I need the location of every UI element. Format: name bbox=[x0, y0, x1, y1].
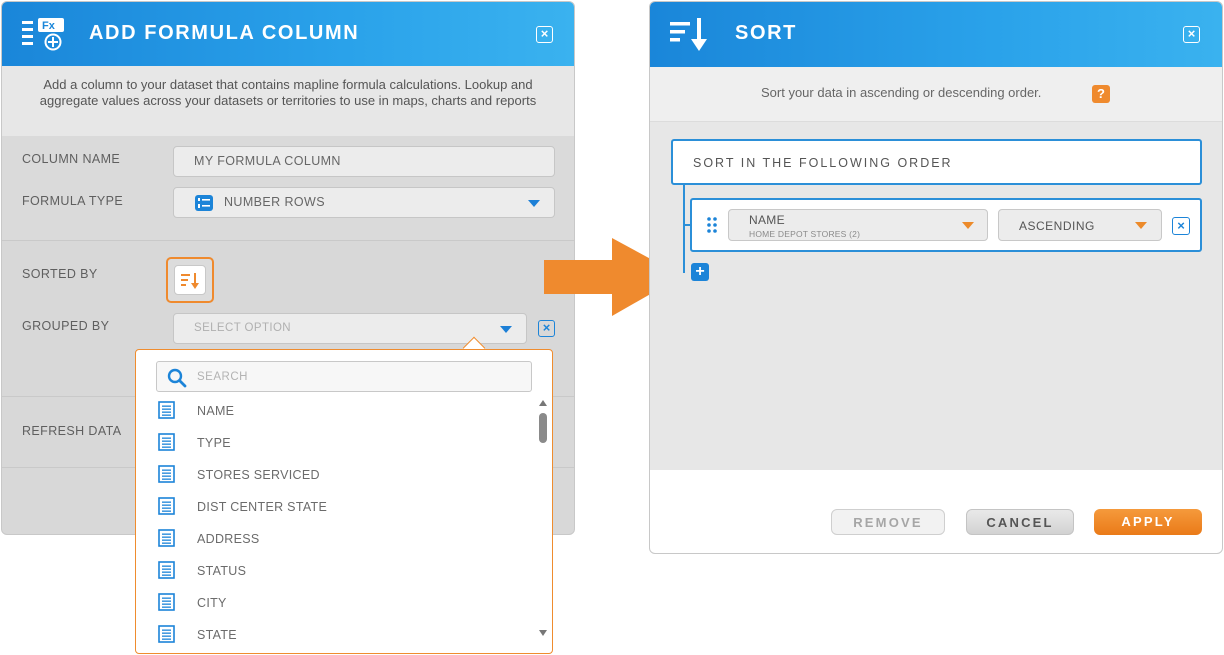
dialog-description: Sort your data in ascending or descendin… bbox=[761, 85, 1042, 100]
chevron-down-icon bbox=[962, 222, 974, 229]
clear-grouped-by-icon[interactable]: × bbox=[538, 320, 555, 337]
drag-handle-icon[interactable] bbox=[707, 217, 717, 233]
sort-icon bbox=[181, 273, 199, 289]
sorted-by-label: SORTED BY bbox=[22, 267, 98, 281]
sort-button-inner bbox=[174, 265, 206, 295]
dialog-header: Fx ADD FORMULA COLUMN × bbox=[2, 2, 574, 66]
group-by-dropdown: SEARCH NAME TYPE STORES SERVICED DIST CE… bbox=[135, 349, 553, 654]
chevron-down-icon bbox=[1135, 222, 1147, 229]
scroll-down-icon[interactable] bbox=[539, 630, 547, 636]
sort-button[interactable] bbox=[166, 257, 214, 303]
document-icon bbox=[158, 561, 175, 579]
divider bbox=[2, 240, 574, 241]
remove-rule-icon[interactable]: × bbox=[1172, 217, 1190, 235]
column-name-input[interactable]: MY FORMULA COLUMN bbox=[173, 146, 555, 177]
apply-button[interactable]: APPLY bbox=[1094, 509, 1202, 535]
numbered-list-icon bbox=[195, 195, 213, 211]
list-item-label: CITY bbox=[197, 596, 227, 610]
document-icon bbox=[158, 593, 175, 611]
list-item-label: STATE bbox=[197, 628, 237, 642]
list-item-label: NAME bbox=[197, 404, 235, 418]
grouped-by-placeholder: SELECT OPTION bbox=[194, 322, 292, 334]
sort-order-header: SORT IN THE FOLLOWING ORDER bbox=[671, 139, 1202, 185]
sort-rule-row: NAME HOME DEPOT STORES (2) ASCENDING × bbox=[690, 198, 1202, 252]
sort-field-source: HOME DEPOT STORES (2) bbox=[749, 229, 861, 239]
list-item-label: STATUS bbox=[197, 564, 247, 578]
scroll-up-icon[interactable] bbox=[539, 400, 547, 406]
dropdown-search-input[interactable]: SEARCH bbox=[156, 361, 532, 392]
tree-connector bbox=[683, 185, 685, 273]
column-settings-section: COLUMN NAME MY FORMULA COLUMN FORMULA TY… bbox=[2, 136, 574, 241]
formula-type-select[interactable]: NUMBER ROWS bbox=[173, 187, 555, 218]
chevron-down-icon bbox=[528, 200, 540, 207]
dialog-description-bar: Sort your data in ascending or descendin… bbox=[650, 67, 1222, 122]
sort-dialog: SORT × Sort your data in ascending or de… bbox=[649, 1, 1223, 554]
list-item-label: TYPE bbox=[197, 436, 231, 450]
sort-direction-select[interactable]: ASCENDING bbox=[998, 209, 1162, 241]
list-item-label: STORES SERVICED bbox=[197, 468, 320, 482]
dialog-title: SORT bbox=[735, 22, 797, 44]
column-name-label: COLUMN NAME bbox=[22, 152, 121, 166]
formula-type-label: FORMULA TYPE bbox=[22, 194, 124, 208]
chevron-down-icon bbox=[500, 326, 512, 333]
scrollbar-thumb[interactable] bbox=[539, 413, 547, 443]
document-icon bbox=[158, 497, 175, 515]
list-item-label: ADDRESS bbox=[197, 532, 260, 546]
sort-order-title: SORT IN THE FOLLOWING ORDER bbox=[693, 156, 953, 170]
dialog-title: ADD FORMULA COLUMN bbox=[89, 22, 360, 44]
document-icon bbox=[158, 433, 175, 451]
search-icon bbox=[167, 368, 187, 388]
sort-field-name: NAME bbox=[749, 213, 785, 227]
refresh-data-label: REFRESH DATA bbox=[22, 424, 122, 438]
dialog-header: SORT × bbox=[650, 2, 1222, 67]
add-rule-icon[interactable]: + bbox=[691, 263, 709, 281]
document-icon bbox=[158, 465, 175, 483]
grouped-by-label: GROUPED BY bbox=[22, 319, 110, 333]
help-icon[interactable]: ? bbox=[1092, 85, 1110, 103]
close-icon[interactable]: × bbox=[536, 26, 553, 43]
document-icon bbox=[158, 625, 175, 643]
list-item-label: DIST CENTER STATE bbox=[197, 500, 328, 514]
formula-type-value: NUMBER ROWS bbox=[224, 195, 325, 209]
search-placeholder: SEARCH bbox=[197, 371, 248, 383]
sort-direction-value: ASCENDING bbox=[1019, 219, 1095, 233]
document-icon bbox=[158, 529, 175, 547]
document-icon bbox=[158, 401, 175, 419]
remove-button[interactable]: REMOVE bbox=[831, 509, 945, 535]
formula-column-icon: Fx bbox=[22, 18, 64, 51]
svg-text:Fx: Fx bbox=[42, 20, 56, 32]
sort-icon bbox=[670, 18, 707, 51]
dialog-description: Add a column to your dataset that contai… bbox=[2, 66, 574, 136]
cancel-button[interactable]: CANCEL bbox=[966, 509, 1074, 535]
sort-field-select[interactable]: NAME HOME DEPOT STORES (2) bbox=[728, 209, 988, 241]
close-icon[interactable]: × bbox=[1183, 26, 1200, 43]
